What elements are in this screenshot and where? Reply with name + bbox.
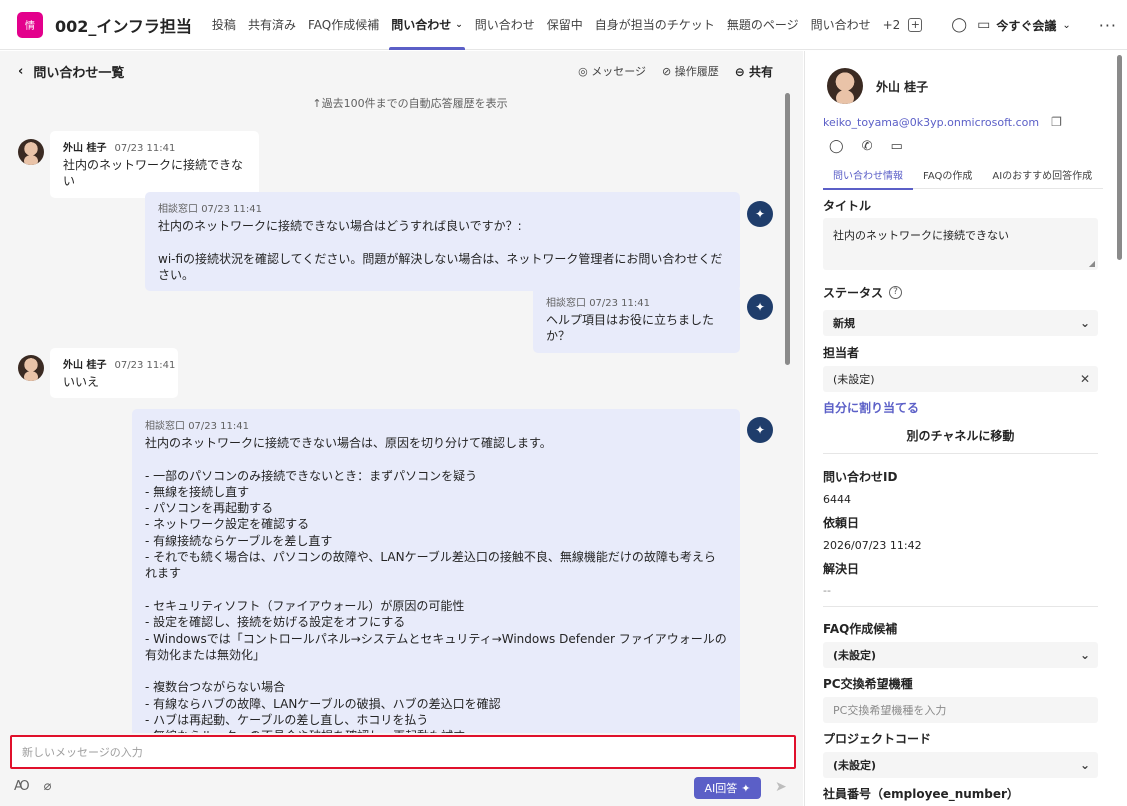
chat-icon[interactable]: ◯	[829, 139, 844, 154]
tab-faq-create[interactable]: FAQの作成	[913, 167, 982, 189]
assign-to-me-link[interactable]: 自分に割り当てる	[823, 399, 919, 416]
add-tab-icon[interactable]: +	[908, 17, 923, 32]
avatar	[18, 355, 44, 381]
message-bubble: 外山 桂子 07/23 11:41 いいえ	[50, 348, 178, 399]
resize-handle-icon[interactable]: ◢	[1089, 259, 1095, 268]
tab-shared[interactable]: 共有済み	[242, 0, 302, 50]
avatar	[18, 139, 44, 165]
message-bubble: 相談窓口 07/23 11:41 社内のネットワークに接続できない場合はどうすれ…	[145, 192, 740, 292]
bot-icon: ✦	[747, 201, 773, 227]
requester-email: keiko_toyama@0k3yp.onmicrosoft.com ❐	[823, 115, 1062, 129]
pc-model-input[interactable]: PC交換希望機種を入力	[823, 697, 1098, 723]
tab-inquiries-2[interactable]: 問い合わせ	[469, 0, 541, 50]
chevron-down-icon: ⌄	[1062, 19, 1071, 31]
attach-icon[interactable]: ⌀	[44, 779, 52, 794]
ticket-detail-panel: 外山 桂子 keiko_toyama@0k3yp.onmicrosoft.com…	[804, 51, 1127, 806]
tab-on-hold[interactable]: 保留中	[541, 0, 589, 50]
chat-icon[interactable]: ◯	[951, 17, 967, 33]
status-label: ステータス ?	[823, 284, 903, 301]
help-icon[interactable]: ?	[889, 286, 903, 299]
resolve-date-value: --	[823, 584, 831, 597]
chevron-down-icon: ⌄	[455, 19, 463, 30]
chat-header-actions: ◎ メッセージ ⊘ 操作履歴 ⊖ 共有	[578, 51, 773, 91]
message-bubble: 外山 桂子 07/23 11:41 社内のネットワークに接続できない	[50, 131, 259, 198]
faq-candidate-label: FAQ作成候補	[823, 622, 898, 636]
video-camera-icon[interactable]: ▭	[890, 139, 902, 154]
meet-now-button[interactable]: ▭ 今すぐ会議 ⌄	[977, 17, 1071, 34]
sparkle-icon: ✦	[741, 781, 751, 795]
format-icon[interactable]: Ꜵ	[14, 779, 30, 794]
close-icon[interactable]: ✕	[1080, 372, 1090, 386]
assignee-field[interactable]: (未設定) ✕	[823, 366, 1098, 392]
inquiry-id-label: 問い合わせID	[823, 470, 898, 484]
video-camera-icon: ▭	[977, 17, 991, 33]
panel-scrollbar[interactable]	[1117, 55, 1122, 260]
divider	[823, 453, 1098, 454]
move-channel-button[interactable]: 別のチャネルに移動	[823, 427, 1098, 444]
chevron-down-icon: ⌄	[1079, 316, 1090, 330]
divider	[823, 606, 1098, 607]
chat-scrollbar[interactable]	[785, 93, 790, 365]
inquiry-id-value: 6444	[823, 493, 851, 506]
status-select[interactable]: 新規 ⌄	[823, 310, 1098, 336]
team-avatar: 情	[17, 11, 43, 38]
faq-candidate-select[interactable]: (未設定) ⌄	[823, 642, 1098, 668]
tab-inquiries-active[interactable]: 問い合わせ ⌄	[385, 0, 469, 50]
team-name: 002_インフラ担当	[55, 16, 192, 36]
tab-posts[interactable]: 投稿	[206, 0, 242, 50]
resolve-date-label: 解決日	[823, 562, 860, 576]
tab-faq-candidates[interactable]: FAQ作成候補	[302, 0, 385, 50]
title-field[interactable]: 社内のネットワークに接続できない ◢	[823, 218, 1098, 270]
tab-untitled-page[interactable]: 無題のページ	[721, 0, 805, 50]
message-bubble: 相談窓口 07/23 11:41 社内のネットワークに接続できない場合は、原因を…	[132, 409, 740, 733]
top-right-actions: ◯ ▭ 今すぐ会議 ⌄ ···	[951, 0, 1117, 50]
tab-overflow[interactable]: +2	[877, 0, 907, 50]
requester-name: 外山 桂子	[876, 80, 929, 94]
message-view-button[interactable]: ◎ メッセージ	[578, 63, 646, 79]
phone-icon[interactable]: ✆	[862, 139, 873, 154]
message-composer[interactable]	[10, 735, 796, 769]
bot-icon: ✦	[747, 417, 773, 443]
project-code-select[interactable]: (未設定) ⌄	[823, 752, 1098, 778]
ai-answer-button[interactable]: AI回答 ✦	[694, 777, 761, 799]
share-button[interactable]: ⊖ 共有	[735, 63, 773, 80]
chat-header: ‹ 問い合わせ一覧 ◎ メッセージ ⊘ 操作履歴 ⊖ 共有	[0, 51, 803, 91]
employee-number-label: 社員番号（employee_number）	[823, 787, 1019, 801]
request-date-label: 依頼日	[823, 516, 860, 530]
top-bar: 情 002_インフラ担当 投稿 共有済み FAQ作成候補 問い合わせ ⌄ 問い合わ…	[0, 0, 1127, 50]
tab-inquiries-3[interactable]: 問い合わせ	[805, 0, 877, 50]
tab-inquiry-info[interactable]: 問い合わせ情報	[823, 167, 913, 190]
contact-actions: ◯ ✆ ▭	[829, 139, 903, 154]
more-options-icon[interactable]: ···	[1099, 16, 1117, 35]
avatar	[827, 68, 863, 104]
chevron-down-icon: ⌄	[1079, 758, 1090, 772]
pc-model-label: PC交換希望機種	[823, 677, 913, 691]
copy-icon[interactable]: ❐	[1051, 115, 1062, 129]
chevron-down-icon: ⌄	[1079, 648, 1090, 662]
history-view-button[interactable]: ⊘ 操作履歴	[662, 63, 719, 79]
bot-icon: ✦	[747, 294, 773, 320]
message-input[interactable]	[22, 745, 784, 759]
back-to-inquiry-list[interactable]: ‹ 問い合わせ一覧	[18, 62, 124, 81]
chat-area: ‹ 問い合わせ一覧 ◎ メッセージ ⊘ 操作履歴 ⊖ 共有 ↑過去100件までの…	[0, 51, 803, 806]
send-icon[interactable]: ➤	[775, 779, 787, 795]
panel-tabs: 問い合わせ情報 FAQの作成 AIのおすすめ回答作成	[823, 167, 1103, 190]
tab-my-tickets[interactable]: 自身が担当のチケット	[589, 0, 721, 50]
message-bubble: 相談窓口 07/23 11:41 ヘルプ項目はお役に立ちましたか？	[533, 286, 740, 353]
request-date-value: 2026/07/23 11:42	[823, 539, 922, 552]
tab-ai-suggest[interactable]: AIのおすすめ回答作成	[982, 167, 1102, 189]
chevron-left-icon: ‹	[18, 63, 24, 79]
title-label: タイトル	[823, 199, 872, 213]
assignee-label: 担当者	[823, 346, 860, 360]
channel-tabs: 投稿 共有済み FAQ作成候補 問い合わせ ⌄ 問い合わせ 保留中 自身が担当のチ…	[206, 0, 923, 50]
project-code-label: プロジェクトコード	[823, 732, 932, 746]
composer-tools: Ꜵ ⌀	[14, 779, 51, 794]
show-history-link[interactable]: ↑過去100件までの自動応答履歴を表示	[0, 95, 820, 111]
